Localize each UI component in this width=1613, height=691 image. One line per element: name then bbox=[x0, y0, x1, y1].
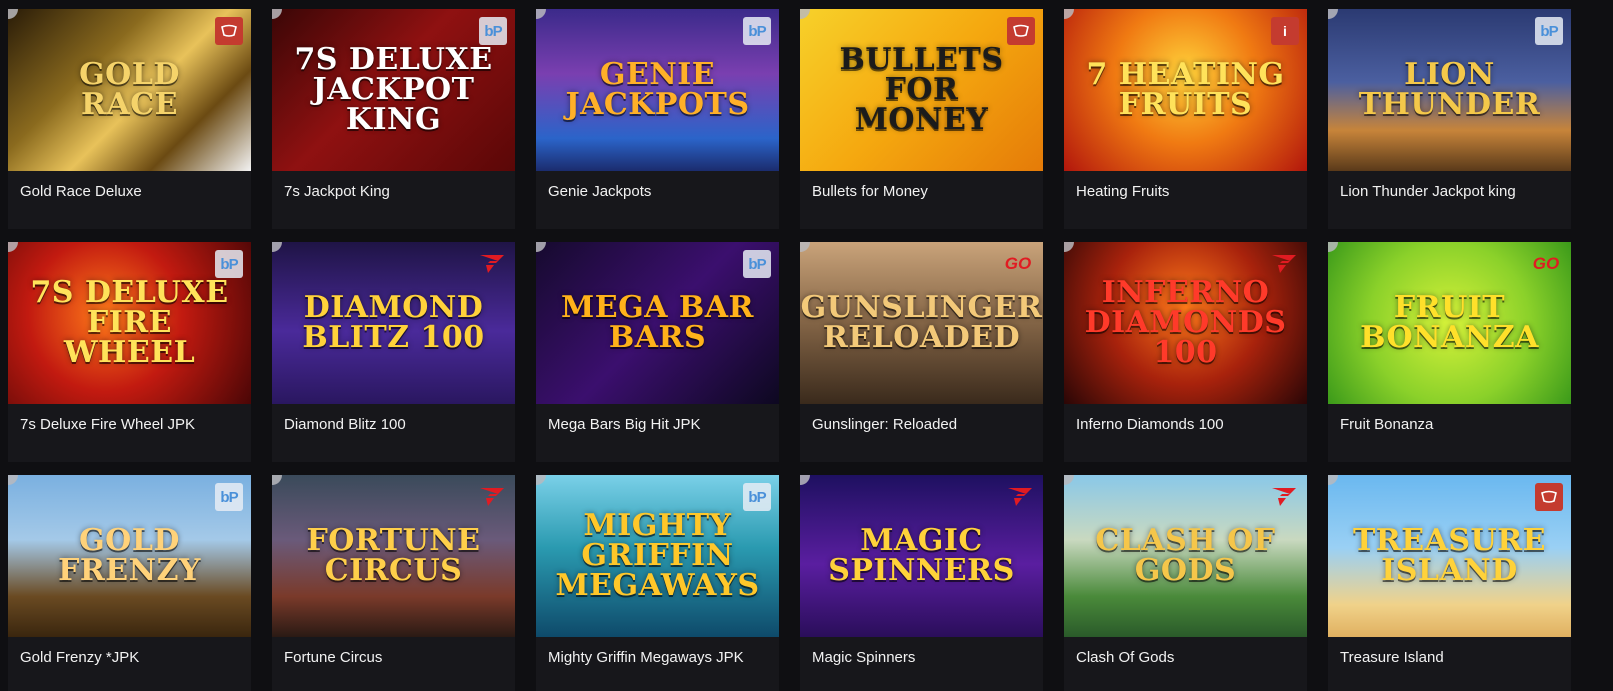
game-thumbnail[interactable]: 7s DELUXE FIRE WHEEL bP bbox=[8, 242, 251, 404]
fg-icon bbox=[477, 250, 507, 278]
game-title[interactable]: Genie Jackpots bbox=[548, 183, 651, 200]
game-title[interactable]: Magic Spinners bbox=[812, 649, 915, 666]
bp-icon: bP bbox=[743, 483, 771, 511]
game-card[interactable]: GOLD RACE Gold Race Deluxe bbox=[8, 9, 251, 229]
bp-icon: bP bbox=[215, 250, 243, 278]
game-card[interactable]: 7s DELUXE Jackpot KING bP 7s Jackpot King bbox=[272, 9, 515, 229]
game-card[interactable]: FRUIT BONANZA GO Fruit Bonanza bbox=[1328, 242, 1571, 462]
game-title[interactable]: Clash Of Gods bbox=[1076, 649, 1174, 666]
game-title[interactable]: 7s Jackpot King bbox=[284, 183, 390, 200]
game-card[interactable]: LION THUNDER bP Lion Thunder Jackpot king bbox=[1328, 9, 1571, 229]
game-card[interactable]: TREASURE ISLAND Treasure Island bbox=[1328, 475, 1571, 691]
game-card[interactable]: MEGA BAR Bars bP Mega Bars Big Hit JPK bbox=[536, 242, 779, 462]
game-thumbnail[interactable]: CLASH OF GODS bbox=[1064, 475, 1307, 637]
fg-icon bbox=[1269, 250, 1299, 278]
info-icon: i bbox=[1271, 17, 1299, 45]
game-thumbnail[interactable]: DIAMOND BLITZ 100 bbox=[272, 242, 515, 404]
game-title[interactable]: Bullets for Money bbox=[812, 183, 928, 200]
game-card[interactable]: INFERNO Diamonds 100 Inferno Diamonds 100 bbox=[1064, 242, 1307, 462]
game-title[interactable]: 7s Deluxe Fire Wheel JPK bbox=[20, 416, 195, 433]
fg-icon bbox=[1005, 483, 1035, 511]
game-title[interactable]: Gold Frenzy *JPK bbox=[20, 649, 139, 666]
game-thumbnail[interactable]: TREASURE ISLAND bbox=[1328, 475, 1571, 637]
bp-icon: bP bbox=[743, 250, 771, 278]
game-title[interactable]: Inferno Diamonds 100 bbox=[1076, 416, 1224, 433]
bp-icon: bP bbox=[215, 483, 243, 511]
game-card[interactable]: 7s DELUXE FIRE WHEEL bP 7s Deluxe Fire Whe… bbox=[8, 242, 251, 462]
game-thumbnail[interactable]: GOLD FRENZY bP bbox=[8, 475, 251, 637]
game-thumbnail[interactable]: 7 HEATING FRUITS i bbox=[1064, 9, 1307, 171]
fg-icon bbox=[477, 483, 507, 511]
red-cup-icon bbox=[1007, 17, 1035, 45]
game-title[interactable]: Lion Thunder Jackpot king bbox=[1340, 183, 1516, 200]
game-thumbnail[interactable]: GOLD RACE bbox=[8, 9, 251, 171]
game-thumbnail[interactable]: 7s DELUXE Jackpot KING bP bbox=[272, 9, 515, 171]
game-thumbnail[interactable]: INFERNO Diamonds 100 bbox=[1064, 242, 1307, 404]
game-card[interactable]: 7 HEATING FRUITS i Heating Fruits bbox=[1064, 9, 1307, 229]
game-card[interactable]: GENIE JACKPOTS bP Genie Jackpots bbox=[536, 9, 779, 229]
game-thumbnail[interactable]: BULLETS for MONEY bbox=[800, 9, 1043, 171]
go-icon: GO bbox=[1532, 254, 1560, 273]
game-card[interactable]: MAGIC SPINNERS Magic Spinners bbox=[800, 475, 1043, 691]
game-title[interactable]: Treasure Island bbox=[1340, 649, 1444, 666]
game-thumbnail[interactable]: MAGIC SPINNERS bbox=[800, 475, 1043, 637]
go-icon: GO bbox=[1004, 254, 1032, 273]
game-title[interactable]: Heating Fruits bbox=[1076, 183, 1169, 200]
game-card[interactable]: FORTUNE CIRCUS Fortune Circus bbox=[272, 475, 515, 691]
game-card[interactable]: GOLD FRENZY bP Gold Frenzy *JPK bbox=[8, 475, 251, 691]
game-thumbnail[interactable]: LION THUNDER bP bbox=[1328, 9, 1571, 171]
bp-icon: bP bbox=[743, 17, 771, 45]
game-thumbnail[interactable]: GUNSLINGER RELOADED GO bbox=[800, 242, 1043, 404]
bp-icon: bP bbox=[479, 17, 507, 45]
game-title[interactable]: Diamond Blitz 100 bbox=[284, 416, 406, 433]
game-thumbnail[interactable]: MEGA BAR Bars bP bbox=[536, 242, 779, 404]
game-thumbnail[interactable]: MIGHTY GRIFFIN MEGAWAYS bP bbox=[536, 475, 779, 637]
game-title[interactable]: Fortune Circus bbox=[284, 649, 382, 666]
game-title[interactable]: Mega Bars Big Hit JPK bbox=[548, 416, 701, 433]
game-card[interactable]: CLASH OF GODS Clash Of Gods bbox=[1064, 475, 1307, 691]
fg-icon bbox=[1269, 483, 1299, 511]
red-cup-icon bbox=[1535, 483, 1563, 511]
game-thumbnail[interactable]: FRUIT BONANZA GO bbox=[1328, 242, 1571, 404]
game-title[interactable]: Fruit Bonanza bbox=[1340, 416, 1433, 433]
bp-icon: bP bbox=[1535, 17, 1563, 45]
game-card[interactable]: BULLETS for MONEY Bullets for Money bbox=[800, 9, 1043, 229]
game-thumbnail[interactable]: FORTUNE CIRCUS bbox=[272, 475, 515, 637]
game-title[interactable]: Gold Race Deluxe bbox=[20, 183, 142, 200]
game-title[interactable]: Mighty Griffin Megaways JPK bbox=[548, 649, 744, 666]
game-card[interactable]: GUNSLINGER RELOADED GO Gunslinger: Reloade… bbox=[800, 242, 1043, 462]
game-grid: GOLD RACE Gold Race Deluxe 7s DELUXE Jackp… bbox=[0, 0, 1613, 691]
red-cup-icon bbox=[215, 17, 243, 45]
game-card[interactable]: MIGHTY GRIFFIN MEGAWAYS bP Mighty Griffin … bbox=[536, 475, 779, 691]
game-thumbnail[interactable]: GENIE JACKPOTS bP bbox=[536, 9, 779, 171]
game-title[interactable]: Gunslinger: Reloaded bbox=[812, 416, 957, 433]
game-card[interactable]: DIAMOND BLITZ 100 Diamond Blitz 100 bbox=[272, 242, 515, 462]
